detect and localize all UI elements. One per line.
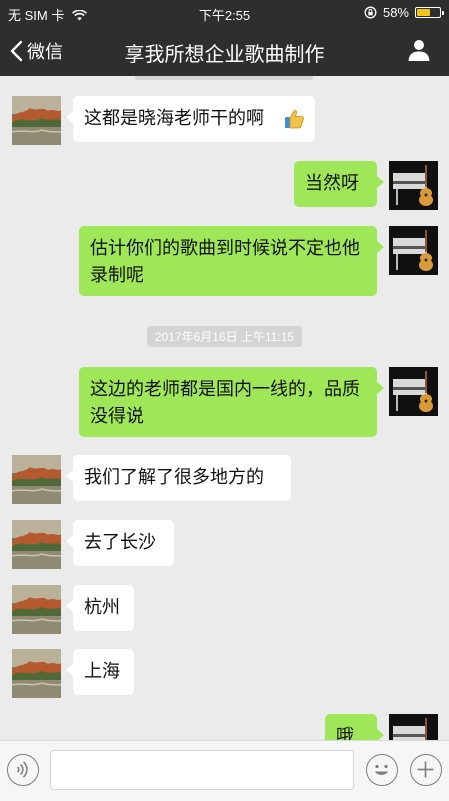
my-avatar[interactable] [389,161,438,210]
message-bubble[interactable]: 这边的老师都是国内一线的，品质没得说 [79,367,384,437]
timestamp-label: 2017年6月16日 上午11:15 [146,326,303,347]
voice-icon [16,761,28,778]
contact-avatar[interactable] [11,585,62,634]
message-bubble[interactable]: 当然呀 [294,161,384,207]
my-avatar[interactable] [389,226,438,275]
battery-icon [415,7,444,18]
message-input[interactable] [50,750,354,790]
nav-bar: 微信 享我所想企业歌曲制作 [0,26,449,76]
message-text: 上海 [84,661,120,681]
my-avatar[interactable] [389,714,438,740]
message-bubble[interactable]: 这都是晓海老师干的啊 [66,96,315,142]
contact-avatar[interactable] [11,520,62,569]
thumbs-up-icon [285,110,304,129]
emoji-icon [375,764,388,775]
message-bubble[interactable]: 杭州 [66,585,134,631]
timestamp-partial [135,76,313,80]
message-bubble[interactable]: 我们了解了很多地方的 [66,455,291,501]
message-bubble[interactable]: 去了长沙 [66,520,174,566]
contact-avatar[interactable] [11,96,62,145]
timestamp: 2017年6月16日 上午11:15 [0,326,449,347]
voice-button[interactable] [7,754,39,786]
message-text: 我们了解了很多地方的 [84,467,264,487]
message-text: 杭州 [84,597,120,617]
more-button[interactable] [410,754,442,786]
message-text: 估计你们的歌曲到时候说不定也他录制呢 [90,238,360,285]
contact-avatar[interactable] [11,455,62,504]
contact-avatar[interactable] [11,649,62,698]
message-text: 这都是晓海老师干的啊 [84,108,264,128]
plus-icon [417,761,434,778]
message-bubble[interactable]: 哦 [325,714,384,740]
battery-percent: 58% [382,5,409,20]
my-avatar[interactable] [389,367,438,416]
status-bar: 无 SIM 卡 下午2:55 58% [0,0,449,26]
message-text: 这边的老师都是国内一线的，品质没得说 [90,379,360,426]
chat-area[interactable]: 这都是晓海老师干的啊 当然呀 估计你们的歌曲到时候说不定也他录制呢 2017年6… [0,76,449,740]
message-text: 去了长沙 [84,532,156,552]
input-bar [0,740,449,801]
message-bubble[interactable]: 估计你们的歌曲到时候说不定也他录制呢 [79,226,384,296]
message-text: 哦 [336,726,354,740]
chat-title: 享我所想企业歌曲制作 [124,44,325,66]
emoji-button[interactable] [366,754,398,786]
rotation-lock-icon [364,6,377,19]
message-text: 当然呀 [305,173,359,193]
system-indicators: 58% [364,5,444,20]
message-bubble[interactable]: 上海 [66,649,134,695]
user-profile-icon[interactable] [407,38,431,62]
